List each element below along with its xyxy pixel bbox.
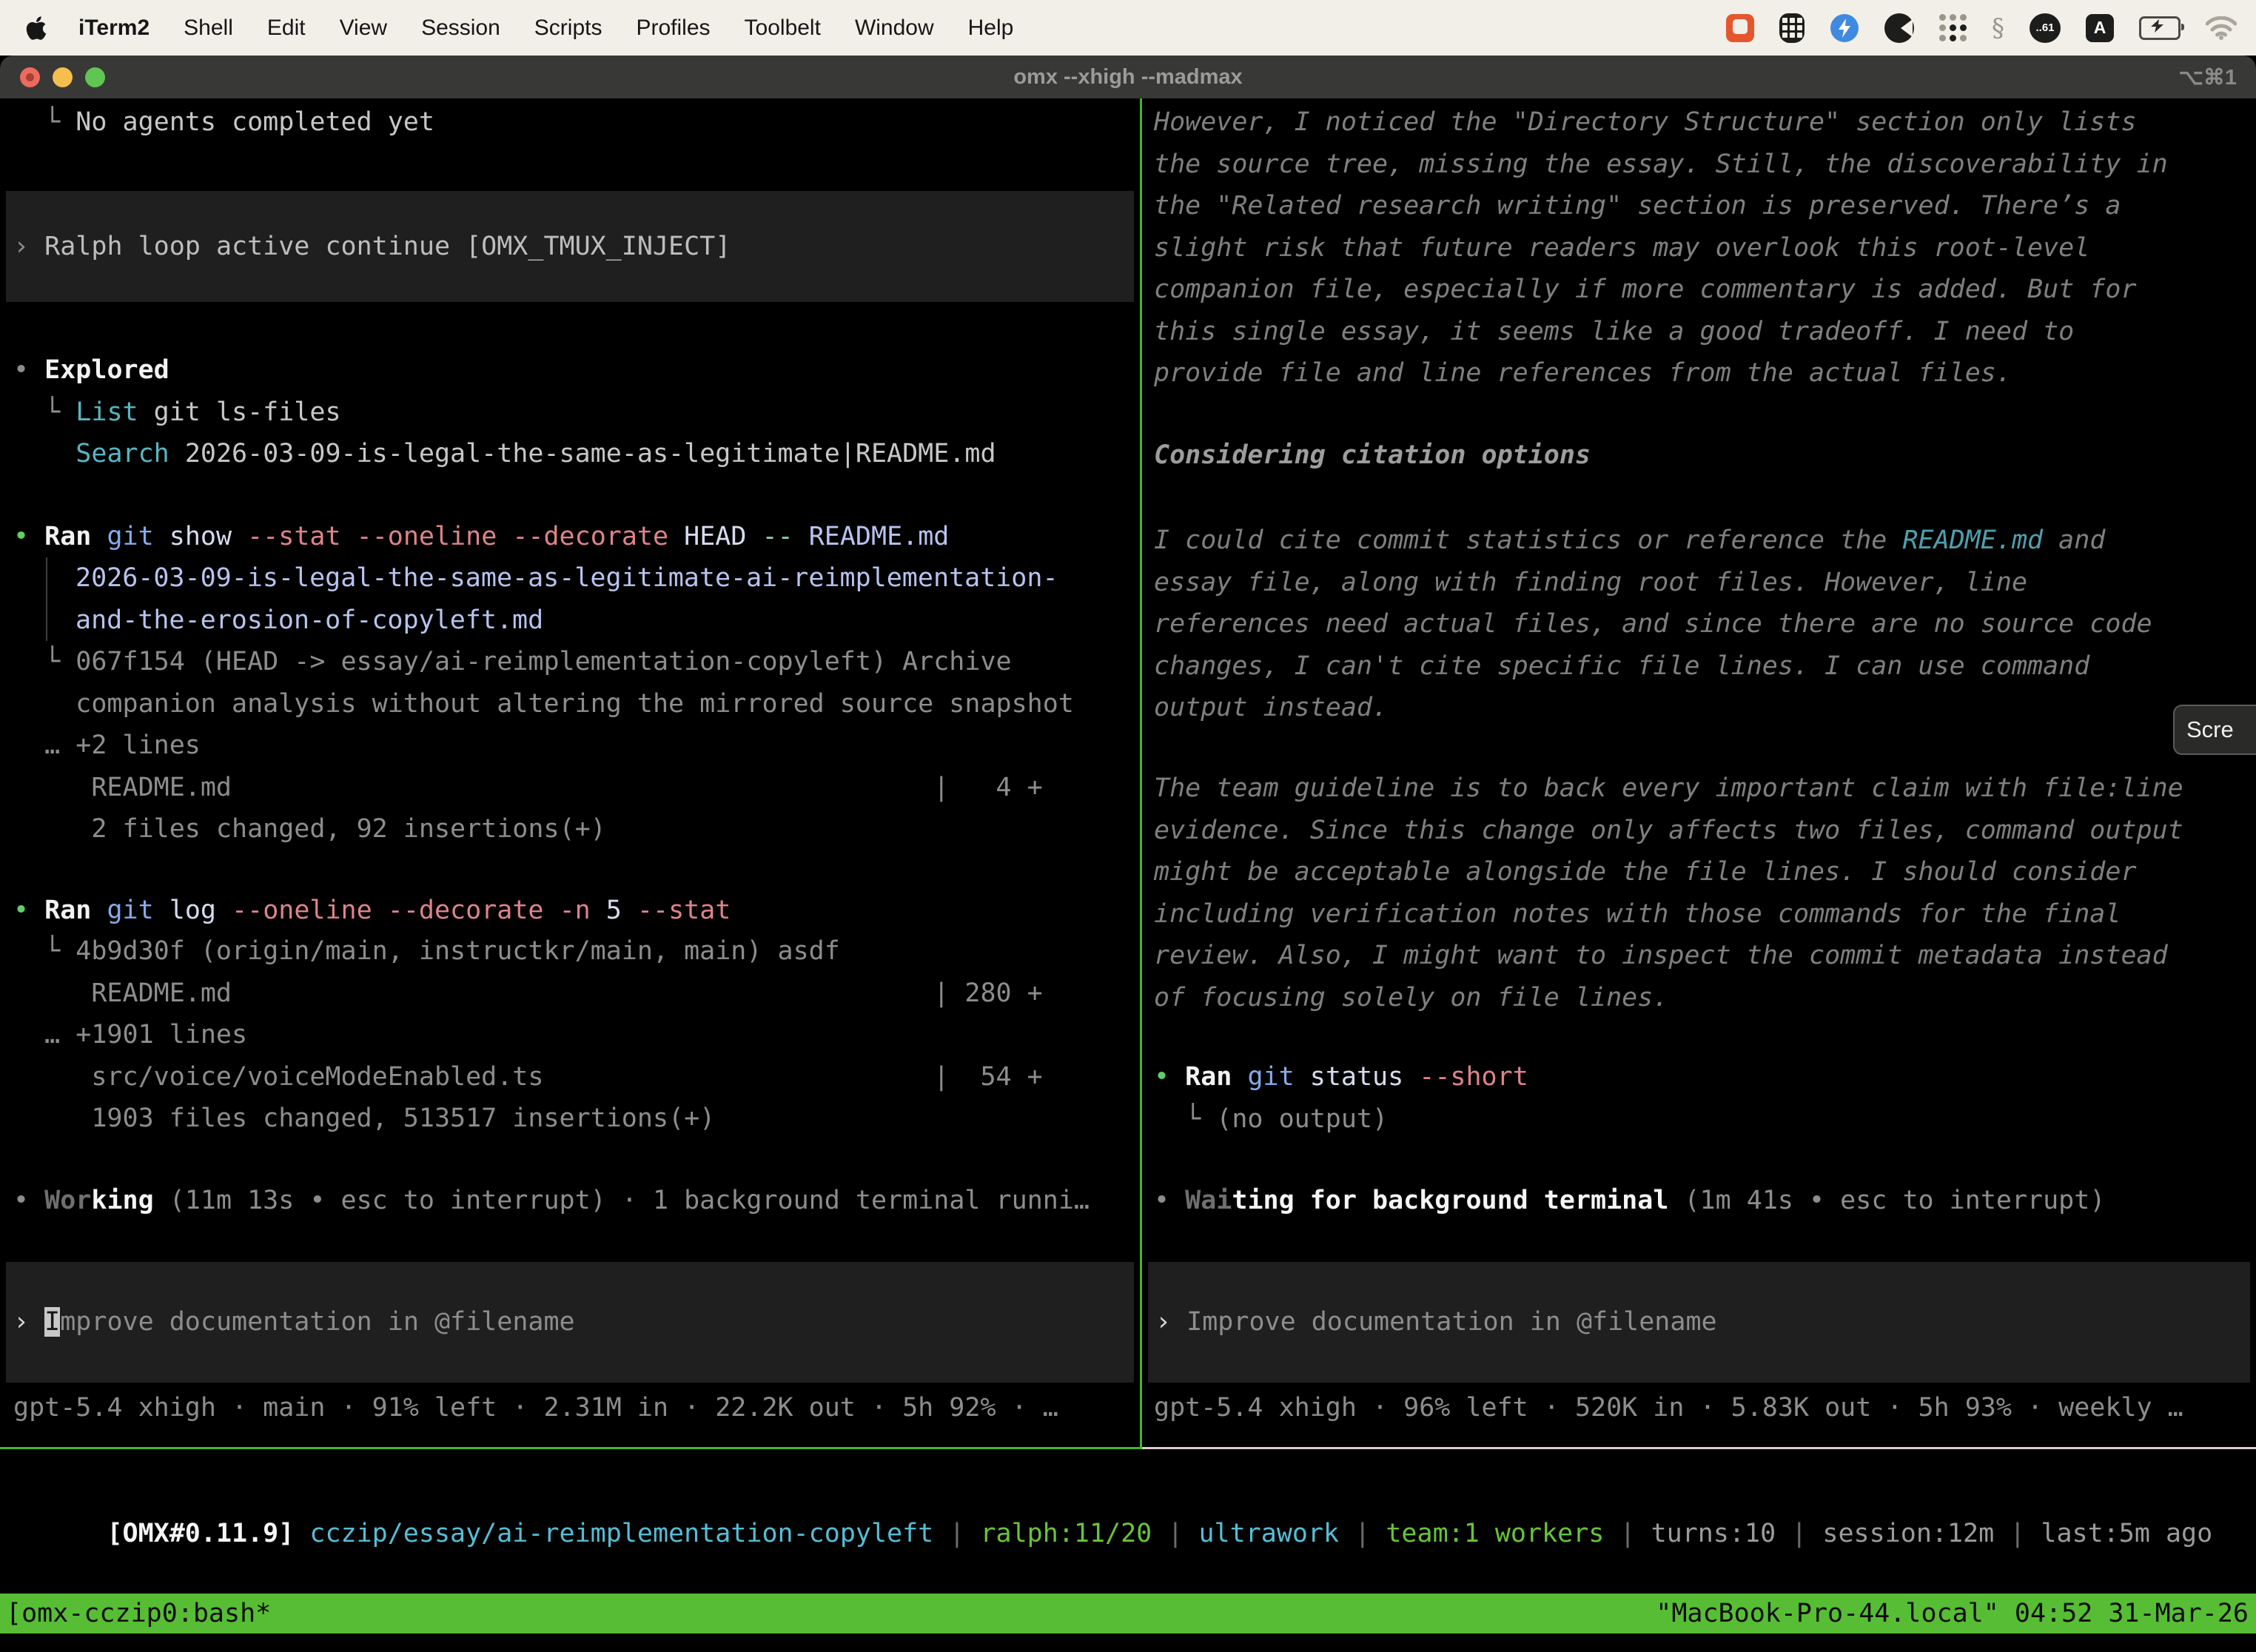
chat-bubble-icon[interactable] — [1726, 14, 1754, 42]
terminal-line: 2 files changed, 92 insertions(+) — [13, 808, 1074, 850]
menu-item-view[interactable]: View — [340, 16, 387, 40]
terminal-line: this single essay, it seems like a good … — [1154, 311, 2168, 353]
terminal-line: README.md | 4 + — [13, 767, 1074, 809]
blue-badge-icon[interactable] — [1830, 13, 1859, 43]
ran-git-show-command: • Ran git show --stat --oneline --decora… — [13, 516, 949, 558]
terminal-line: companion analysis without altering the … — [13, 683, 1074, 725]
menu-item-scripts[interactable]: Scripts — [534, 16, 602, 40]
explored-section: • Explored └ List git ls-files Search 20… — [13, 349, 996, 475]
terminal-line: including verification notes with those … — [1154, 893, 2183, 936]
inject-banner: › Ralph loop active continue [OMX_TMUX_I… — [6, 191, 1134, 302]
menu-item-profiles[interactable]: Profiles — [636, 16, 710, 40]
terminal-line: └ 4b9d30f (origin/main, instructkr/main,… — [13, 930, 1043, 973]
terminal-line: the "Related research writing" section i… — [1154, 185, 2168, 227]
tmux-status-bar: [omx-cczip0:bash* "MacBook-Pro-44.local"… — [0, 1594, 2256, 1633]
terminal-line: However, I noticed the "Directory Struct… — [1154, 101, 2168, 144]
minimize-window-button[interactable] — [53, 67, 73, 87]
wifi-icon[interactable] — [2206, 16, 2237, 40]
terminal-line: • Explored — [13, 349, 996, 392]
terminal-line: README.md | 280 + — [13, 973, 1043, 1015]
terminal-line: … +1901 lines — [13, 1014, 1043, 1056]
terminal-line: and-the-erosion-of-copyleft.md — [75, 600, 1058, 642]
working-status-line: • Working (11m 13s • esc to interrupt) ·… — [13, 1180, 1090, 1222]
ran-git-status-command: • Ran git status --short └ (no output) — [1154, 1056, 1528, 1140]
reasoning-paragraph-2: I could cite commit statistics or refere… — [1154, 520, 2152, 729]
terminal-line: changes, I can't cite specific file line… — [1154, 645, 2152, 688]
menu-item-window[interactable]: Window — [855, 16, 934, 40]
menu-items: Shell Edit View Session Scripts Profiles Toolb… — [184, 16, 1047, 41]
left-model-status: gpt-5.4 xhigh · main · 91% left · 2.31M … — [13, 1387, 1058, 1429]
tmux-session-name: [omx-cczip0:bash* — [0, 1599, 271, 1628]
badge-61-icon[interactable]: ..61 — [2030, 13, 2061, 43]
terminal-line: review. Also, I might want to inspect th… — [1154, 935, 2183, 977]
dots-grid-icon[interactable] — [1939, 14, 1967, 41]
window-shortcut-badge: ⌥⌘1 — [2178, 64, 2237, 90]
terminal-line: of focusing solely on file lines. — [1154, 977, 2183, 1019]
close-window-button[interactable] — [20, 67, 40, 87]
terminal-line: … +2 lines — [13, 725, 1074, 767]
squiggle-icon[interactable]: § — [1992, 13, 2004, 43]
right-pane-border — [1142, 1447, 2256, 1449]
left-pane-border — [0, 1447, 1142, 1449]
right-prompt-input[interactable]: › Improve documentation in @filename — [1148, 1262, 2250, 1383]
right-model-status: gpt-5.4 xhigh · 96% left · 520K in · 5.8… — [1154, 1387, 2183, 1429]
terminal-line: evidence. Since this change only affects… — [1154, 810, 2183, 852]
terminal-line: └ 067f154 (HEAD -> essay/ai-reimplementa… — [13, 641, 1074, 683]
left-agent-pane[interactable]: └ No agents completed yet › Ralph loop a… — [0, 98, 1140, 1447]
terminal-line: 1903 files changed, 513517 insertions(+) — [13, 1098, 1043, 1140]
waiting-status-line: • Waiting for background terminal (1m 41… — [1154, 1180, 2105, 1222]
terminal-line: references need actual files, and since … — [1154, 603, 2152, 645]
terminal-line: └ List git ls-files — [13, 392, 996, 434]
terminal-line: └ (no output) — [1154, 1098, 1528, 1141]
tmux-host-clock: "MacBook-Pro-44.local" 04:52 31-Mar-26 — [1656, 1599, 2256, 1628]
terminal-line: output instead. — [1154, 687, 2152, 729]
menu-bar: iTerm2 Shell Edit View Session Scripts Profil… — [0, 0, 2256, 56]
window-title: omx --xhigh --madmax — [1013, 65, 1242, 90]
agents-note-line: └ No agents completed yet — [13, 101, 434, 144]
battery-icon[interactable] — [2139, 16, 2181, 40]
apple-menu-icon[interactable] — [25, 13, 50, 43]
window-title-bar[interactable]: omx --xhigh --madmax ⌥⌘1 — [0, 56, 2256, 98]
right-agent-pane[interactable]: However, I noticed the "Directory Struct… — [1142, 98, 2256, 1447]
reasoning-paragraph-1: However, I noticed the "Directory Struct… — [1154, 101, 2168, 394]
screen-share-button[interactable]: Scre — [2173, 705, 2256, 755]
terminal-line: slight risk that future readers may over… — [1154, 227, 2168, 269]
menu-item-toolbelt[interactable]: Toolbelt — [745, 16, 821, 40]
terminal-line: essay file, along with finding root file… — [1154, 562, 2152, 604]
menu-item-session[interactable]: Session — [421, 16, 500, 40]
reasoning-paragraph-3: The team guideline is to back every impo… — [1154, 768, 2183, 1018]
terminal-line: The team guideline is to back every impo… — [1154, 768, 2183, 810]
menu-item-help[interactable]: Help — [968, 16, 1014, 40]
privacy-grid-icon[interactable] — [1779, 13, 1805, 43]
terminal-line: might be acceptable alongside the file l… — [1154, 851, 2183, 893]
menu-item-edit[interactable]: Edit — [267, 16, 306, 40]
menu-app-name[interactable]: iTerm2 — [78, 16, 150, 41]
terminal-line: Search 2026-03-09-is-legal-the-same-as-l… — [13, 433, 996, 475]
terminal-line: I could cite commit statistics or refere… — [1154, 520, 2152, 562]
terminal-line: provide file and line references from th… — [1154, 352, 2168, 394]
terminal-line: companion file, especially if more comme… — [1154, 269, 2168, 311]
input-source-icon[interactable]: A — [2086, 14, 2114, 42]
menu-item-shell[interactable]: Shell — [184, 16, 233, 40]
terminal-line: the source tree, missing the essay. Stil… — [1154, 144, 2168, 186]
git-show-filename: 2026-03-09-is-legal-the-same-as-legitima… — [46, 557, 1058, 641]
ran-git-log-command: • Ran git log --oneline --decorate -n 5 … — [13, 890, 731, 932]
git-show-output: └ 067f154 (HEAD -> essay/ai-reimplementa… — [13, 641, 1074, 850]
omx-session-status-bar: [OMX#0.11.9] cczip/essay/ai-reimplementa… — [13, 1471, 2212, 1596]
iterm-window: omx --xhigh --madmax ⌥⌘1 └ No agents com… — [0, 56, 2256, 1652]
git-log-output: └ 4b9d30f (origin/main, instructkr/main,… — [13, 930, 1043, 1140]
terminal-line: 2026-03-09-is-legal-the-same-as-legitima… — [75, 557, 1058, 600]
reasoning-heading: Considering citation options — [1154, 434, 1591, 477]
terminal-line: src/voice/voiceModeEnabled.ts | 54 + — [13, 1056, 1043, 1098]
contour-icon[interactable] — [1884, 13, 1914, 43]
terminal-area: └ No agents completed yet › Ralph loop a… — [0, 98, 2256, 1652]
left-prompt-input[interactable]: › Improve documentation in @filename — [6, 1262, 1134, 1383]
zoom-window-button[interactable] — [85, 67, 105, 87]
